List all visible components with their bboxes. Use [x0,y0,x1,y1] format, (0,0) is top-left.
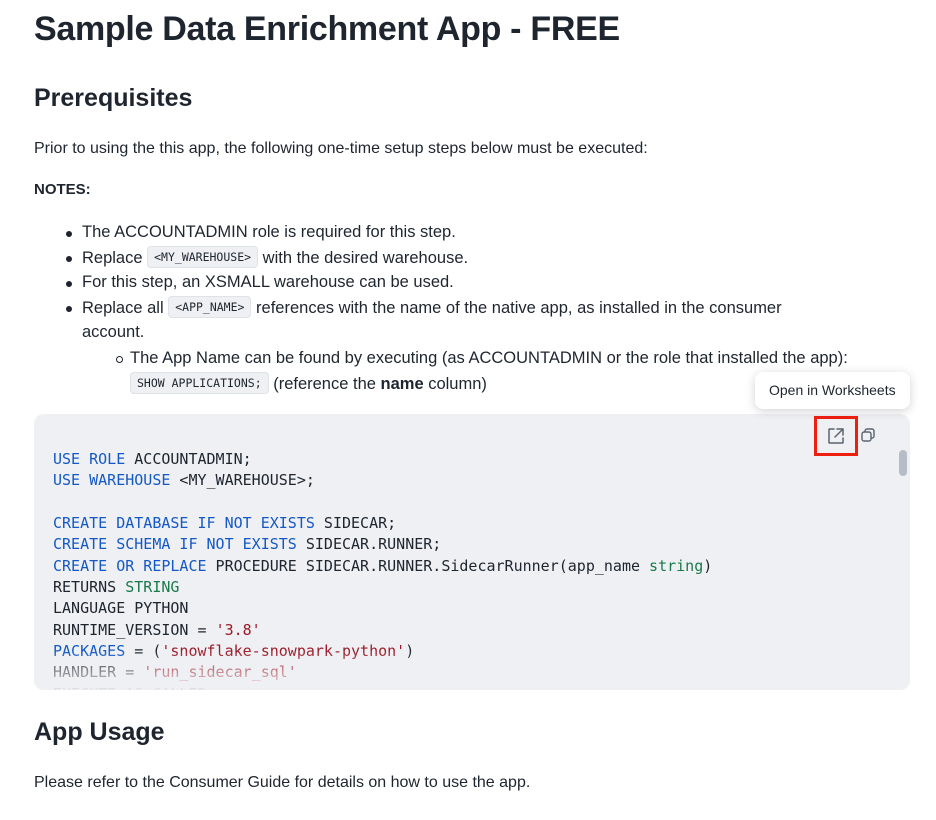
code-token: CREATE OR REPLACE [53,556,207,575]
code-token: string [649,556,704,575]
code-token: RUNTIME_VERSION = [53,620,216,639]
code-line: RUNTIME_VERSION = '3.8' [53,620,712,641]
code-block: USE ROLE ACCOUNTADMIN; USE WAREHOUSE <MY_… [34,414,910,690]
list-item-text: account. [82,323,145,341]
code-line: USE ROLE ACCOUNTADMIN; [53,449,712,470]
bold-text: name [380,375,424,393]
list-item-text: Replace [82,249,148,267]
code-line: RETURNS STRING [53,577,712,598]
prerequisites-heading: Prerequisites [34,84,193,112]
code-token: CREATE SCHEMA IF NOT EXISTS [53,535,297,554]
sub-list-item: The App Name can be found by executing (… [116,346,848,371]
code-token: LANGUAGE PYTHON [53,599,189,618]
code-token: STRING [125,578,180,597]
code-line: LANGUAGE PYTHON [53,598,712,619]
code-token: ) [703,556,713,575]
sub-list-item-text: (reference the [268,375,381,393]
code-line: USE WAREHOUSE <MY_WAREHOUSE>; [53,470,712,491]
inline-code: <APP_NAME> [168,296,252,318]
code-token: SIDECAR; [314,514,397,533]
copy-icon [861,428,875,442]
list-item: Replace all <APP_NAME> references with t… [66,295,782,321]
list-item: For this step, an XSMALL warehouse can b… [66,270,454,295]
code-scrollbar[interactable] [899,450,907,682]
sub-list-item-text: column) [423,375,487,393]
code-token: USE WAREHOUSE [53,471,171,490]
list-item-text: references with the name of the native a… [251,299,782,317]
inline-code: SHOW APPLICATIONS; [130,372,269,394]
list-item-continuation: account. [82,320,144,345]
list-item: The ACCOUNTADMIN role is required for th… [66,220,456,245]
list-item-text: The ACCOUNTADMIN role is required for th… [82,223,456,241]
inline-code: <MY_WAREHOUSE> [147,246,259,268]
copy-code-button[interactable] [858,424,878,446]
list-item-text: Replace all [82,299,169,317]
code-token: SIDECAR.RUNNER; [296,535,442,554]
app-usage-heading: App Usage [34,718,165,746]
code-fade-overlay [34,650,910,690]
list-item-text: For this step, an XSMALL warehouse can b… [82,273,454,291]
code-token: ACCOUNTADMIN; [125,450,252,468]
code-token: '3.8' [215,620,261,639]
bullet-dot [66,231,72,237]
code-line: CREATE SCHEMA IF NOT EXISTS SIDECAR.RUNN… [53,534,712,555]
list-item-text: with the desired warehouse. [258,249,469,267]
code-token: USE ROLE [53,450,126,468]
app-usage-text: Please refer to the Consumer Guide for d… [34,774,531,791]
code-token: CREATE DATABASE IF NOT EXISTS [53,514,315,533]
sub-list-item-text: The App Name can be found by executing (… [130,349,848,367]
prerequisites-intro: Prior to using the this app, the followi… [34,140,648,157]
code-token: PROCEDURE SIDECAR.RUNNER.SidecarRunner(a… [206,556,650,575]
code-token: RETURNS [53,578,126,597]
page-title: Sample Data Enrichment App - FREE [34,10,620,48]
sub-list-item-continuation: SHOW APPLICATIONS; (reference the name c… [130,371,487,397]
bullet-dot [66,306,72,312]
bullet-dot [66,281,72,287]
code-line: CREATE OR REPLACE PROCEDURE SIDECAR.RUNN… [53,556,712,577]
external-link-icon [828,428,844,444]
open-in-worksheets-button[interactable] [814,416,858,456]
sub-bullet-circle [116,356,123,363]
scrollbar-thumb[interactable] [899,450,907,476]
list-item: Replace <MY_WAREHOUSE> with the desired … [66,245,469,271]
open-in-worksheets-tooltip: Open in Worksheets [755,372,910,409]
code-token: <MY_WAREHOUSE>; [170,471,315,490]
bullet-dot [66,256,72,262]
notes-label: NOTES: [34,181,91,198]
code-line: CREATE DATABASE IF NOT EXISTS SIDECAR; [53,513,712,534]
